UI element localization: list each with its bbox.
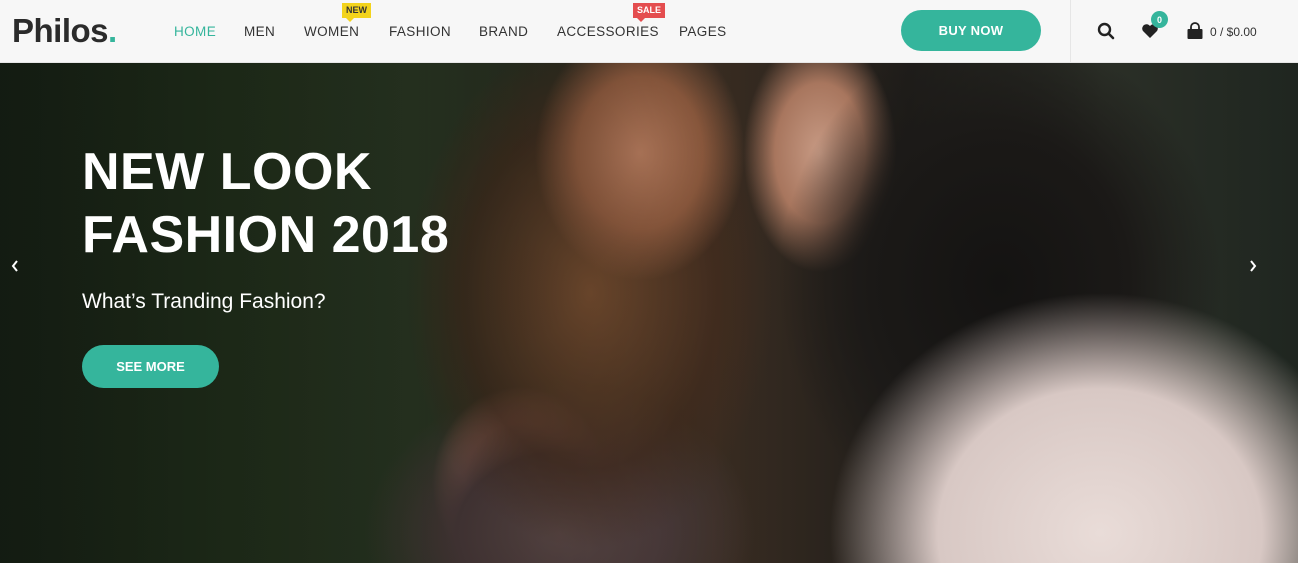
- nav-item-accessories[interactable]: SALE ACCESSORIES: [557, 3, 666, 39]
- chevron-left-icon[interactable]: [5, 255, 25, 277]
- new-badge: NEW: [342, 3, 371, 22]
- logo[interactable]: Philos.: [12, 12, 117, 50]
- buy-now-button[interactable]: BUY NOW: [901, 10, 1041, 51]
- header-divider: [1070, 0, 1071, 63]
- search-icon[interactable]: [1094, 19, 1118, 43]
- hero-slider: NEW LOOK FASHION 2018 What’s Tranding Fa…: [0, 63, 1298, 563]
- cart-icon[interactable]: [1183, 19, 1207, 43]
- sale-badge: SALE: [633, 3, 666, 22]
- nav-item-pages[interactable]: PAGES: [679, 24, 727, 39]
- nav-item-home[interactable]: HOME: [174, 24, 216, 39]
- hero-title: NEW LOOK FASHION 2018: [82, 143, 450, 264]
- nav-item-brand[interactable]: BRAND: [479, 24, 528, 39]
- site-header: Philos. HOME MEN NEW WOMEN FASHION BRAND…: [0, 0, 1298, 63]
- see-more-button[interactable]: SEE MORE: [82, 345, 219, 388]
- wishlist-count-badge: 0: [1151, 11, 1168, 28]
- hero-subtitle: What’s Tranding Fashion?: [82, 290, 326, 313]
- chevron-right-icon[interactable]: [1243, 255, 1263, 277]
- nav-item-men[interactable]: MEN: [244, 24, 275, 39]
- nav-item-women[interactable]: NEW WOMEN: [304, 3, 371, 39]
- nav-item-fashion[interactable]: FASHION: [389, 24, 451, 39]
- cart-summary[interactable]: 0 / $0.00: [1210, 25, 1257, 39]
